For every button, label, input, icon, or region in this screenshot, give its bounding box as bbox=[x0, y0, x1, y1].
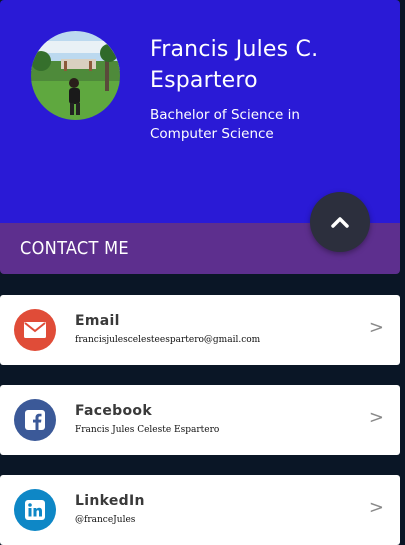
avatar bbox=[31, 31, 120, 120]
profile-photo bbox=[31, 31, 120, 120]
scroll-top-button[interactable] bbox=[310, 192, 370, 252]
contact-card-email[interactable]: Email francisjulescelesteespartero@gmail… bbox=[0, 295, 400, 365]
chevron-right-icon: > bbox=[368, 317, 384, 338]
profile-degree: Bachelor of Science in Computer Science bbox=[150, 107, 300, 142]
contact-label: LinkedIn bbox=[75, 493, 145, 509]
contact-title: CONTACT ME bbox=[20, 238, 129, 259]
envelope-icon bbox=[14, 309, 56, 351]
chevron-up-icon bbox=[331, 217, 349, 228]
chevron-right-icon: > bbox=[368, 497, 384, 518]
linkedin-icon bbox=[14, 489, 56, 531]
contact-card-linkedin[interactable]: LinkedIn @franceJules > bbox=[0, 475, 400, 545]
contact-value: Francis Jules Celeste Espartero bbox=[75, 425, 220, 435]
facebook-icon bbox=[14, 399, 56, 441]
contact-card-facebook[interactable]: Facebook Francis Jules Celeste Espartero… bbox=[0, 385, 400, 455]
contact-label: Facebook bbox=[75, 403, 152, 419]
chevron-right-icon: > bbox=[368, 407, 384, 428]
contact-value: @franceJules bbox=[75, 515, 136, 525]
contact-label: Email bbox=[75, 313, 120, 329]
contact-value: francisjulescelesteespartero@gmail.com bbox=[75, 335, 261, 345]
profile-name: Francis Jules C. Espartero bbox=[150, 37, 319, 93]
